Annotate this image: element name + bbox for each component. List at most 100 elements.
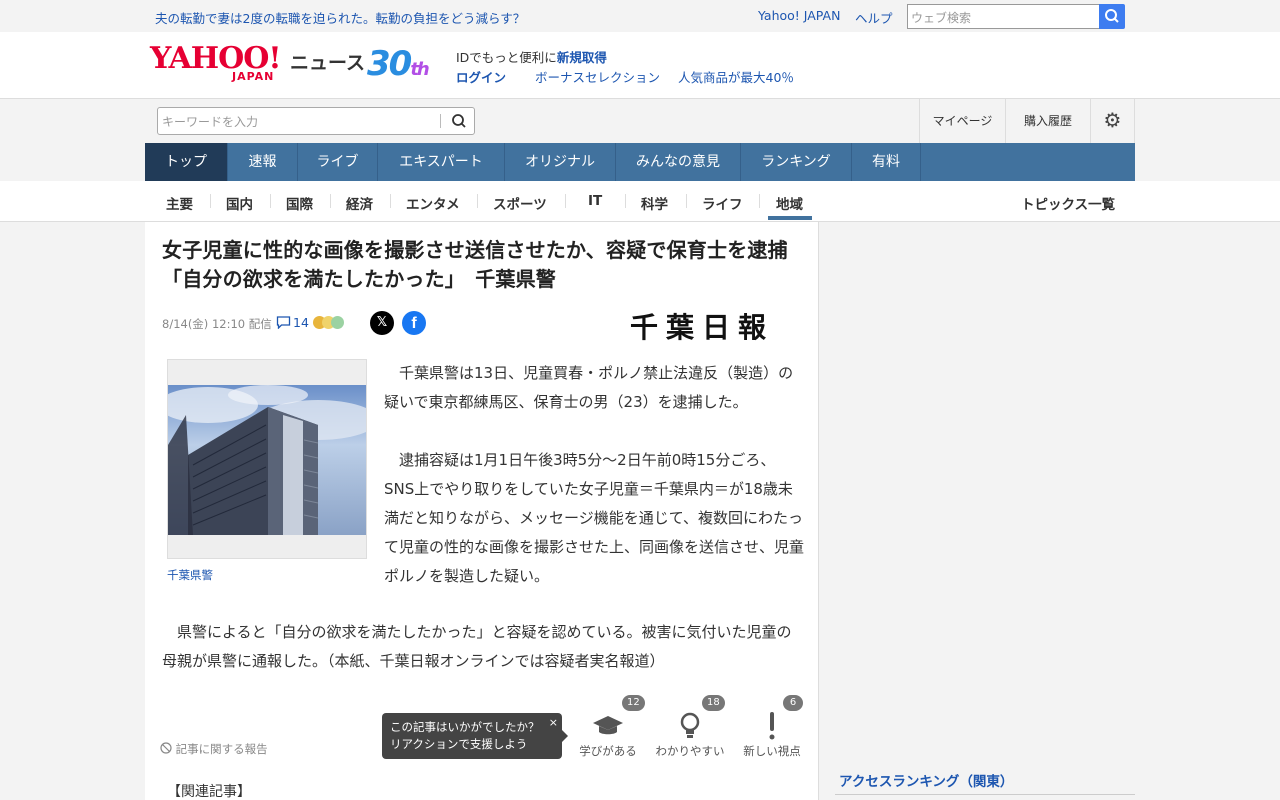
building-image	[168, 385, 366, 535]
category-world[interactable]: 国際	[286, 193, 313, 213]
divider	[390, 194, 391, 208]
reaction-count: 18	[702, 695, 725, 711]
web-search-button[interactable]	[1099, 4, 1125, 29]
article-photo-frame[interactable]	[167, 359, 367, 559]
comment-count[interactable]: 14	[293, 315, 309, 330]
reaction-new-view-button[interactable]: 6 新しい視点	[732, 695, 812, 762]
article: 女子児童に性的な画像を撮影させ送信させたか、容疑で保育士を逮捕 「自分の欲求を満…	[145, 222, 819, 800]
nav-opinions[interactable]: みんなの意見	[616, 143, 741, 181]
facebook-icon: f	[411, 315, 417, 332]
search-icon	[1105, 9, 1119, 23]
popular-items-link[interactable]: 人気商品が最大40％	[678, 67, 794, 86]
tooltip-close-button[interactable]: ×	[549, 714, 558, 731]
divider	[625, 194, 626, 208]
search-row: キーワードを入力 マイページ 購入履歴 ⚙	[145, 99, 1135, 143]
divider	[270, 194, 271, 208]
settings-button[interactable]: ⚙	[1090, 99, 1135, 143]
site-header: YAHOO! JAPAN ニュース 30th IDでもっと便利に新規取得 ログイ…	[0, 32, 1280, 99]
reaction-clear-button[interactable]: 18 わかりやすい	[650, 695, 730, 762]
reaction-count: 6	[783, 695, 803, 711]
divider	[835, 794, 1135, 795]
news-label[interactable]: ニュース	[290, 48, 365, 75]
divider	[477, 194, 478, 208]
tooltip-text: リアクションで支援しよう	[390, 737, 528, 751]
category-entertainment[interactable]: エンタメ	[406, 193, 460, 213]
keyword-search-box[interactable]: キーワードを入力	[157, 107, 475, 135]
comment-icon[interactable]	[276, 315, 291, 333]
article-title: 女子児童に性的な画像を撮影させ送信させたか、容疑で保育士を逮捕 「自分の欲求を満…	[162, 238, 809, 291]
category-science[interactable]: 科学	[641, 193, 668, 213]
divider	[330, 194, 331, 208]
help-link[interactable]: ヘルプ	[855, 8, 893, 27]
graduation-cap-icon	[568, 712, 648, 744]
gear-icon: ⚙	[1103, 108, 1122, 132]
reaction-label: 学びがある	[579, 744, 637, 758]
anniversary-number: 30	[367, 44, 412, 84]
register-link[interactable]: 新規取得	[557, 50, 607, 65]
category-it[interactable]: IT	[588, 193, 602, 209]
top-bar: 夫の転勤で妻は2度の転職を迫られた。転勤の負担をどう減らす？ Yahoo! JA…	[0, 0, 1280, 32]
share-x-button[interactable]: 𝕏	[370, 311, 394, 335]
category-life[interactable]: ライフ	[702, 193, 743, 213]
topics-list-link[interactable]: トピックス一覧	[1021, 193, 1115, 213]
active-category-indicator	[768, 216, 812, 220]
exclamation-icon	[732, 712, 812, 746]
publish-date: 8/14(金) 12:10 配信	[162, 316, 272, 332]
search-icon	[452, 114, 466, 128]
nav-original[interactable]: オリジナル	[505, 143, 616, 181]
nav-expert[interactable]: エキスパート	[378, 143, 505, 181]
share-facebook-button[interactable]: f	[402, 311, 426, 335]
article-paragraph: 県警によると「自分の欲求を満たしたかった」と容疑を認めている。被害に気付いた児童…	[162, 623, 792, 670]
divider	[565, 194, 566, 208]
mypage-link[interactable]: マイページ	[919, 99, 1005, 143]
divider	[759, 194, 760, 208]
reaction-emoji-icon	[331, 316, 344, 329]
divider	[686, 194, 687, 208]
related-articles-heading: 【関連記事】	[167, 784, 251, 800]
main-nav: トップ 速報 ライブ エキスパート オリジナル みんなの意見 ランキング 有料	[145, 143, 1135, 181]
category-sports[interactable]: スポーツ	[493, 193, 547, 213]
anniversary-logo: 30th	[367, 44, 430, 84]
promo-link[interactable]: 夫の転勤で妻は2度の転職を迫られた。転勤の負担をどう減らす？	[155, 8, 525, 27]
prohibited-icon	[160, 742, 172, 754]
login-link[interactable]: ログイン	[456, 67, 506, 86]
keyword-input[interactable]: キーワードを入力	[162, 113, 258, 130]
lightbulb-icon	[650, 712, 730, 746]
reaction-count: 12	[622, 695, 645, 711]
reaction-tooltip: この記事はいかがでしたか？ リアクションで支援しよう ×	[382, 713, 568, 759]
yahoo-japan-link[interactable]: Yahoo! JAPAN	[758, 8, 840, 23]
category-domestic[interactable]: 国内	[226, 193, 253, 213]
keyword-search-button[interactable]	[448, 111, 470, 131]
haishin-text: 配信	[248, 317, 272, 331]
reaction-label: わかりやすい	[655, 744, 725, 758]
source-logo[interactable]: 千葉日報	[630, 306, 774, 346]
reaction-label: 新しい視点	[743, 744, 801, 758]
article-paragraph: 逮捕容疑は1月1日午後3時5分～2日午前0時15分ごろ、SNS上でやり取りをして…	[384, 451, 805, 585]
report-link[interactable]: 記事に関する報告	[160, 741, 268, 757]
reaction-learn-button[interactable]: 12 学びがある	[568, 695, 648, 762]
nav-live[interactable]: ライブ	[298, 143, 378, 181]
nav-breaking[interactable]: 速報	[228, 143, 298, 181]
nav-ranking[interactable]: ランキング	[741, 143, 852, 181]
purchase-history-link[interactable]: 購入履歴	[1005, 99, 1090, 143]
date-text: 8/14(金) 12:10	[162, 317, 246, 331]
category-nav: 主要 国内 国際 経済 エンタメ スポーツ IT 科学 ライフ 地域 トピックス…	[0, 181, 1280, 222]
yahoo-logo[interactable]: YAHOO! JAPAN	[150, 44, 282, 84]
nav-top[interactable]: トップ	[145, 143, 228, 181]
access-ranking-heading[interactable]: アクセスランキング（関東）	[839, 770, 1013, 790]
nav-paid[interactable]: 有料	[852, 143, 921, 181]
category-economy[interactable]: 経済	[346, 193, 373, 213]
article-photo[interactable]	[168, 385, 366, 535]
category-main[interactable]: 主要	[166, 193, 193, 213]
report-text: 記事に関する報告	[175, 742, 268, 756]
photo-caption[interactable]: 千葉県警	[167, 567, 213, 583]
article-paragraph: 千葉県警は13日、児童買春・ポルノ禁止法違反（製造）の疑いで東京都練馬区、保育士…	[384, 364, 794, 411]
web-search-input[interactable]: ウェブ検索	[907, 4, 1100, 29]
id-promo: IDでもっと便利に新規取得	[456, 47, 607, 66]
category-local[interactable]: 地域	[776, 193, 803, 213]
tooltip-text: この記事はいかがでしたか？	[390, 720, 540, 734]
bonus-selection-link[interactable]: ボーナスセレクション	[535, 67, 660, 86]
id-promo-text: IDでもっと便利に	[456, 50, 557, 65]
divider	[440, 114, 441, 128]
x-icon: 𝕏	[376, 315, 388, 330]
